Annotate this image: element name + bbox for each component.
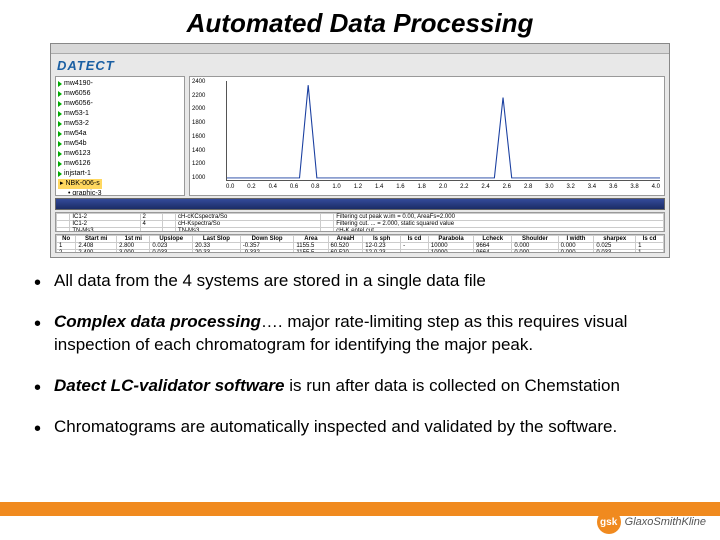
table-header-row: NoStart mi1st miUpslopeLast SlopDown Slo… — [57, 235, 664, 242]
x-tick: 0.6 — [290, 184, 298, 194]
x-tick: 0.4 — [269, 184, 277, 194]
x-tick: 0.0 — [226, 184, 234, 194]
triangle-icon — [58, 111, 62, 117]
bullet-text: Chromatograms are automatically inspecte… — [54, 417, 617, 436]
bullet-lead: Datect LC-validator software — [54, 376, 285, 395]
y-tick: 1600 — [192, 134, 222, 140]
tree-item: mw6123 — [58, 149, 182, 159]
x-tick: 2.4 — [481, 184, 489, 194]
tree-item: mw54b — [58, 139, 182, 149]
tree-item: mw6056- — [58, 99, 182, 109]
filter-table: IC1-22cH-cKCspectra/SoFiltering cut peak… — [55, 212, 665, 232]
tree-panel: mw4190-mw6056mw6056-mw53-1mw53-2mw54amw5… — [55, 76, 185, 196]
y-tick: 2200 — [192, 93, 222, 99]
x-tick: 3.8 — [630, 184, 638, 194]
x-tick: 2.6 — [503, 184, 511, 194]
y-tick: 1000 — [192, 175, 222, 181]
triangle-icon — [58, 101, 62, 107]
tree-label: mw6056- — [64, 99, 93, 109]
x-tick: 1.6 — [396, 184, 404, 194]
tree-label: mw6123 — [64, 149, 90, 159]
x-tick: 2.0 — [439, 184, 447, 194]
tree-item: mw6126 — [58, 159, 182, 169]
tree-item: mw6056 — [58, 89, 182, 99]
x-tick: 1.0 — [332, 184, 340, 194]
app-screenshot: DATECT mw4190-mw6056mw6056-mw53-1mw53-2m… — [50, 43, 670, 258]
x-tick: 3.2 — [567, 184, 575, 194]
tree-item: mw54a — [58, 129, 182, 139]
tree-label: mw6056 — [64, 89, 90, 99]
footer: gsk GlaxoSmithKline — [0, 502, 720, 540]
plot-area — [226, 81, 660, 181]
x-tick: 1.4 — [375, 184, 383, 194]
bullet-lead: Complex data processing — [54, 312, 261, 331]
tree-item: mw4190- — [58, 79, 182, 89]
tree-item: • graphic-3 — [58, 189, 182, 196]
bullet-text: All data from the 4 systems are stored i… — [54, 271, 486, 290]
tree-label: mw6126 — [64, 159, 90, 169]
divider-bar — [55, 198, 665, 210]
bullet-item: Complex data processing…. major rate-lim… — [40, 311, 690, 357]
tree-label: mw53-2 — [64, 119, 89, 129]
app-logo: DATECT — [57, 58, 115, 73]
company-logo: gsk GlaxoSmithKline — [597, 510, 706, 534]
y-tick: 2000 — [192, 106, 222, 112]
triangle-icon — [58, 171, 62, 177]
table-row: IC1-24cH-Kspectra/SoFiltering cut. ... =… — [57, 221, 664, 228]
table-row: TN-Ms3TN-Ms3cH-K entel cut ... — [57, 228, 664, 232]
x-tick: 0.8 — [311, 184, 319, 194]
bullet-item: Datect LC-validator software is run afte… — [40, 375, 690, 398]
tree-item: mw53-2 — [58, 119, 182, 129]
triangle-icon — [58, 141, 62, 147]
triangle-icon — [58, 121, 62, 127]
y-tick: 1200 — [192, 161, 222, 167]
tree-label: mw4190- — [64, 79, 93, 89]
x-tick: 2.8 — [524, 184, 532, 194]
tree-item: mw53-1 — [58, 109, 182, 119]
x-tick: 3.0 — [545, 184, 553, 194]
tree-item: injstart-1 — [58, 169, 182, 179]
x-tick: 1.2 — [354, 184, 362, 194]
table-row: 22.4003.0000.03320.33-0.3321155.560.5201… — [57, 249, 664, 253]
chromatogram-chart: 24002200200018001600140012001000 0.00.20… — [189, 76, 665, 196]
tree-folder: ▸ NBK-006-s — [58, 179, 182, 189]
y-tick: 1800 — [192, 120, 222, 126]
bullet-text: is run after data is collected on Chemst… — [285, 376, 620, 395]
y-tick: 1400 — [192, 148, 222, 154]
bullet-list: All data from the 4 systems are stored i… — [0, 270, 720, 439]
y-tick: 2400 — [192, 79, 222, 85]
x-tick: 1.8 — [418, 184, 426, 194]
x-axis: 0.0 0.2 0.4 0.6 0.8 1.0 1.2 1.4 1.6 1.8 2.0 2.2 2.4 2… — [226, 184, 660, 194]
gsk-roundel-icon: gsk — [597, 510, 621, 534]
tree-label: mw53-1 — [64, 109, 89, 119]
tree-label: mw54a — [64, 129, 87, 139]
slide-title: Automated Data Processing — [0, 0, 720, 43]
y-axis: 2400 2200 2000 1800 1600 1400 1200 1000 — [192, 79, 222, 181]
triangle-icon — [58, 81, 62, 87]
x-tick: 4.0 — [652, 184, 660, 194]
tree-label: mw54b — [64, 139, 87, 149]
triangle-icon — [58, 131, 62, 137]
company-name: GlaxoSmithKline — [625, 516, 706, 528]
menubar — [51, 44, 669, 54]
table-row: 12.4082.8000.02320.33-0.3571155.560.5201… — [57, 242, 664, 249]
triangle-icon — [58, 91, 62, 97]
tree-label: injstart-1 — [64, 169, 91, 179]
table-row: IC1-22cH-cKCspectra/SoFiltering cut peak… — [57, 214, 664, 221]
peak-table: NoStart mi1st miUpslopeLast SlopDown Slo… — [55, 234, 665, 254]
x-tick: 3.6 — [609, 184, 617, 194]
triangle-icon — [58, 151, 62, 157]
x-tick: 0.2 — [247, 184, 255, 194]
x-tick: 2.2 — [460, 184, 468, 194]
triangle-icon — [58, 161, 62, 167]
x-tick: 3.4 — [588, 184, 596, 194]
bullet-item: All data from the 4 systems are stored i… — [40, 270, 690, 293]
bullet-item: Chromatograms are automatically inspecte… — [40, 416, 690, 439]
